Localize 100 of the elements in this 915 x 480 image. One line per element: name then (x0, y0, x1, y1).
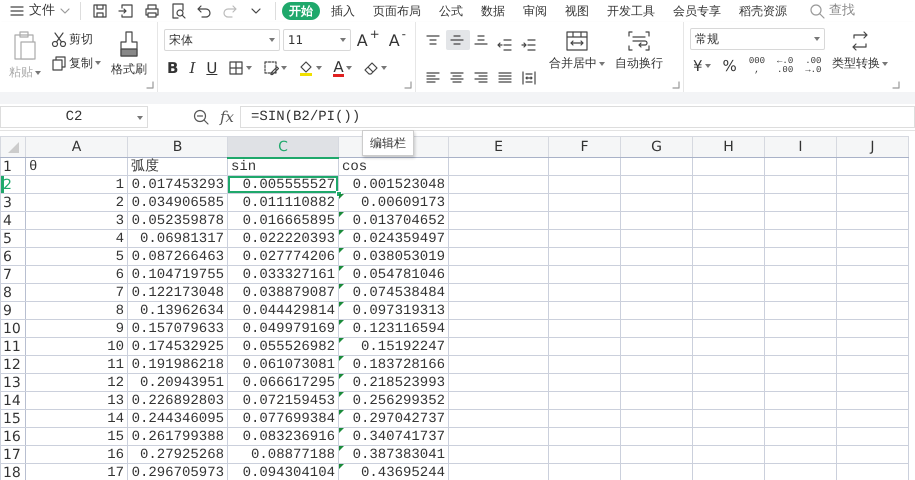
format-painter-button[interactable]: 格式刷 (108, 28, 150, 92)
error-flag-icon[interactable] (339, 374, 344, 379)
error-flag-icon[interactable] (339, 194, 344, 199)
column-header[interactable]: B (128, 136, 228, 158)
column-header[interactable]: G (620, 136, 692, 158)
cut-button[interactable]: 剪切 (48, 30, 104, 48)
row-header[interactable]: 6 (0, 248, 26, 266)
error-flag-icon[interactable] (339, 446, 344, 451)
file-menu[interactable]: 文件 (6, 3, 74, 19)
wrap-text-button[interactable]: 自动换行 (612, 28, 666, 92)
column-header[interactable]: A (26, 136, 128, 158)
error-flag-icon[interactable] (339, 338, 344, 343)
column-header[interactable]: E (448, 136, 548, 158)
increase-decimal-button[interactable]: ←.0 .00 (774, 56, 796, 76)
row-header[interactable]: 18 (0, 464, 26, 480)
merge-center-button[interactable]: 合并居中 (546, 28, 608, 92)
decrease-font-button[interactable]: A$^{-}$ (386, 32, 409, 48)
preview-icon[interactable] (170, 3, 186, 19)
row-header[interactable]: 7 (0, 266, 26, 284)
caret-icon (281, 66, 288, 70)
font-color-button[interactable]: A (330, 58, 355, 78)
launcher-icon[interactable] (404, 81, 412, 89)
ribbon-tab[interactable]: 页面布局 (366, 2, 428, 20)
column-header[interactable]: F (548, 136, 620, 158)
error-flag-icon[interactable] (339, 284, 344, 289)
borders-icon (228, 60, 244, 76)
ribbon-tab[interactable]: 公式 (432, 2, 470, 20)
italic-button[interactable]: I (186, 60, 198, 76)
font-size-select[interactable]: 11 (282, 29, 351, 51)
thousands-button[interactable]: 000 , (746, 56, 768, 76)
column-header[interactable]: H (692, 136, 764, 158)
row-header[interactable]: 5 (0, 230, 26, 248)
launcher-icon[interactable] (146, 81, 154, 89)
row-header[interactable]: 12 (0, 356, 26, 374)
error-flag-icon[interactable] (339, 356, 344, 361)
caret-icon (882, 62, 888, 66)
table-cell: 0.244346095 (128, 410, 228, 428)
search-button[interactable]: 查找 (806, 3, 858, 19)
row-header[interactable]: 16 (0, 428, 26, 446)
ribbon-tab[interactable]: 视图 (558, 2, 596, 20)
bold-button[interactable]: B (164, 60, 182, 76)
table-cell: 0.038879087 (228, 284, 338, 302)
distribute-icon[interactable] (521, 70, 537, 86)
error-flag-icon[interactable] (339, 302, 344, 307)
underline-button[interactable]: U (203, 60, 220, 76)
error-flag-icon[interactable] (339, 392, 344, 397)
table-cell: 12 (26, 374, 128, 392)
error-flag-icon[interactable] (339, 248, 344, 253)
percent-button[interactable]: % (720, 58, 740, 74)
save-icon[interactable] (92, 3, 108, 19)
row-header[interactable]: 11 (0, 338, 26, 356)
table-cell: 0.072159453 (228, 392, 338, 410)
ribbon-tab[interactable]: 开发工具 (600, 2, 662, 20)
copy-button[interactable]: 复制 (48, 54, 104, 72)
row-header[interactable]: 1 (0, 158, 26, 176)
formula-input[interactable]: =SIN(B2/PI()) (240, 106, 915, 128)
currency-button[interactable]: ¥ (690, 58, 714, 74)
row-header[interactable]: 9 (0, 302, 26, 320)
print-icon[interactable] (144, 3, 160, 19)
row-header[interactable]: 13 (0, 374, 26, 392)
function-button[interactable]: fx (220, 106, 234, 128)
error-flag-icon[interactable] (339, 428, 344, 433)
row-header[interactable]: 17 (0, 446, 26, 464)
increase-font-button[interactable]: A$^{+}$ (354, 32, 383, 48)
error-flag-icon[interactable] (339, 464, 344, 469)
decrease-indent-icon[interactable] (497, 37, 513, 53)
font-name-select[interactable]: 宋体 (164, 29, 280, 51)
error-flag-icon[interactable] (339, 212, 344, 217)
convert-type-button[interactable]: 类型转换 (829, 28, 891, 92)
decrease-decimal-button[interactable]: .00 →.0 (802, 56, 824, 76)
row-header[interactable]: 10 (0, 320, 26, 338)
name-box[interactable]: C2 (0, 106, 148, 128)
row-header[interactable]: 8 (0, 284, 26, 302)
row-header[interactable]: 15 (0, 410, 26, 428)
export-icon[interactable] (118, 3, 134, 19)
undo-icon[interactable] (196, 3, 212, 19)
error-flag-icon[interactable] (339, 320, 344, 325)
error-flag-icon[interactable] (339, 230, 344, 235)
error-flag-icon[interactable] (339, 266, 344, 271)
table-cell: 0.104719755 (128, 266, 228, 284)
launcher-icon[interactable] (672, 81, 680, 89)
launcher-icon[interactable] (892, 81, 900, 89)
row-header[interactable]: 3 (0, 194, 26, 212)
number-format-select[interactable]: 常规 (690, 28, 825, 50)
column-header[interactable]: I (764, 136, 836, 158)
table-cell: 14 (26, 410, 128, 428)
row-header[interactable]: 14 (0, 392, 26, 410)
ribbon-tab[interactable]: 稻壳资源 (732, 2, 794, 20)
table-cell: 弧度 (128, 158, 228, 176)
column-header[interactable]: J (836, 136, 908, 158)
ribbon-tab[interactable]: 插入 (324, 2, 362, 20)
row-header[interactable]: 4 (0, 212, 26, 230)
vertical-align-button[interactable] (446, 30, 470, 50)
ribbon-tab[interactable]: 数据 (474, 2, 512, 20)
increase-indent-icon[interactable] (521, 37, 537, 53)
table-cell: 0.15192247 (338, 338, 448, 356)
ribbon-tab[interactable]: 审阅 (516, 2, 554, 20)
zoom-out-icon[interactable] (193, 109, 209, 125)
error-flag-icon[interactable] (339, 410, 344, 415)
ribbon-tab[interactable]: 会员专享 (666, 2, 728, 20)
